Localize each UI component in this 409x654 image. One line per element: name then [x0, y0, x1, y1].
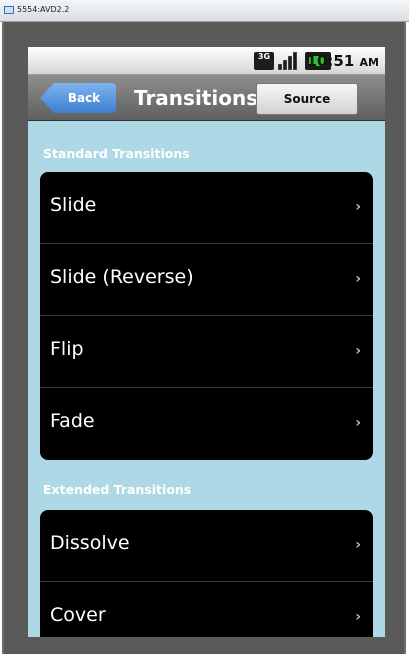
window-title: 5554:AVD2.2	[17, 5, 70, 14]
chevron-right-icon: ›	[355, 415, 361, 431]
list-item-cover[interactable]: Cover ›	[40, 582, 373, 637]
list-item-label: Fade	[50, 410, 95, 432]
list-item-label: Slide (Reverse)	[50, 266, 194, 288]
chevron-right-icon: ›	[355, 343, 361, 359]
list-item-dissolve[interactable]: Dissolve ›	[40, 510, 373, 582]
status-clock: 10:51 AM	[307, 52, 379, 70]
section-header-standard: Standard Transitions	[43, 146, 190, 161]
list-item-fade[interactable]: Fade ›	[40, 388, 373, 460]
section-header-extended: Extended Transitions	[43, 482, 192, 497]
list-item-slide-reverse[interactable]: Slide (Reverse) ›	[40, 244, 373, 316]
chevron-right-icon: ›	[355, 609, 361, 625]
network-3g-icon: 3G	[254, 52, 274, 70]
chevron-right-icon: ›	[355, 271, 361, 287]
back-button[interactable]: Back	[40, 83, 116, 113]
standard-transitions-list: Slide › Slide (Reverse) › Flip › Fade ›	[40, 172, 373, 460]
clock-ampm: AM	[359, 56, 379, 69]
extended-transitions-list: Dissolve › Cover ›	[40, 510, 373, 637]
device-screen: 3G 10:51 AM Back Transitions Source Stan…	[28, 47, 385, 637]
list-item-flip[interactable]: Flip ›	[40, 316, 373, 388]
window-icon	[4, 6, 14, 14]
list-item-label: Slide	[50, 194, 97, 216]
page-title: Transitions	[134, 86, 259, 110]
signal-icon	[278, 52, 300, 70]
chevron-right-icon: ›	[355, 537, 361, 553]
emulator-titlebar: 5554:AVD2.2	[0, 0, 409, 22]
network-type-label: 3G	[257, 52, 271, 61]
list-item-label: Flip	[50, 338, 84, 360]
chevron-right-icon: ›	[355, 199, 361, 215]
status-bar: 3G 10:51 AM	[28, 47, 385, 75]
navigation-bar: Back Transitions Source	[28, 75, 385, 121]
source-button[interactable]: Source	[256, 83, 358, 115]
list-item-slide[interactable]: Slide ›	[40, 172, 373, 244]
list-item-label: Dissolve	[50, 532, 130, 554]
clock-time: 10:51	[306, 52, 355, 70]
list-item-label: Cover	[50, 604, 106, 626]
